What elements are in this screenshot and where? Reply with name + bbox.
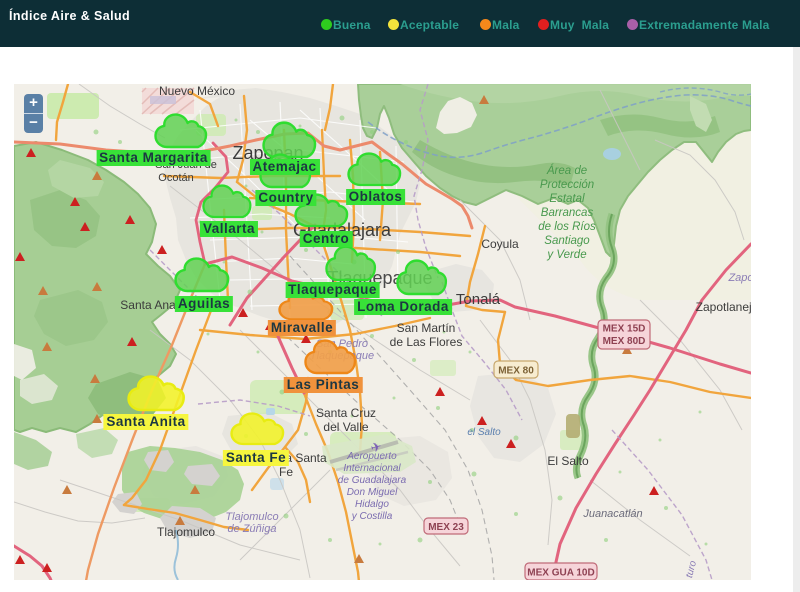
svg-text:MEX 23: MEX 23 — [428, 522, 464, 533]
svg-text:y Verde: y Verde — [546, 249, 586, 261]
svg-text:El Salto: El Salto — [547, 454, 589, 468]
svg-text:y Costilla: y Costilla — [351, 511, 393, 522]
svg-text:a Santa: a Santa — [285, 451, 327, 465]
svg-text:Santiago: Santiago — [544, 235, 590, 247]
svg-text:de Guadalajara: de Guadalajara — [338, 475, 407, 486]
svg-text:Protección: Protección — [540, 179, 594, 191]
svg-text:Área de: Área de — [546, 164, 587, 177]
svg-text:Aeropuerto: Aeropuerto — [346, 451, 397, 462]
svg-text:Internacional: Internacional — [343, 463, 401, 474]
svg-text:Zapotlanejo: Zapotlanejo — [696, 300, 751, 314]
svg-text:de Las Flores: de Las Flores — [390, 335, 463, 349]
svg-text:Santa Ana: Santa Ana — [120, 298, 176, 312]
svg-text:Tonalá: Tonalá — [456, 291, 501, 308]
svg-text:Hidalgo: Hidalgo — [355, 499, 389, 510]
svg-text:Tlajomulco: Tlajomulco — [225, 511, 278, 523]
svg-text:MEX GUA 10D: MEX GUA 10D — [527, 568, 594, 579]
svg-text:MEX 80: MEX 80 — [498, 366, 534, 377]
svg-text:Zapo: Zapo — [727, 272, 751, 284]
svg-text:el Salto: el Salto — [467, 427, 501, 438]
svg-text:Tlajomulco: Tlajomulco — [157, 525, 215, 539]
svg-text:Estatal: Estatal — [549, 193, 585, 205]
svg-text:del Valle: del Valle — [323, 420, 368, 434]
svg-text:Fe: Fe — [279, 465, 293, 479]
svg-text:MEX 15D: MEX 15D — [603, 324, 646, 335]
svg-text:MEX 80D: MEX 80D — [603, 336, 646, 347]
svg-text:Ocotán: Ocotán — [158, 172, 193, 184]
svg-text:Santa Cruz: Santa Cruz — [316, 406, 376, 420]
svg-text:San Martín: San Martín — [397, 321, 456, 335]
svg-text:Don Miguel: Don Miguel — [347, 487, 398, 498]
svg-text:de los Ríos: de los Ríos — [538, 221, 596, 233]
svg-text:Coyula: Coyula — [481, 237, 519, 251]
svg-text:Juanacatlán: Juanacatlán — [582, 508, 642, 520]
svg-text:Barrancas: Barrancas — [541, 207, 594, 219]
svg-text:Nuevo México: Nuevo México — [159, 84, 235, 98]
svg-text:de Zúñiga: de Zúñiga — [228, 523, 277, 535]
